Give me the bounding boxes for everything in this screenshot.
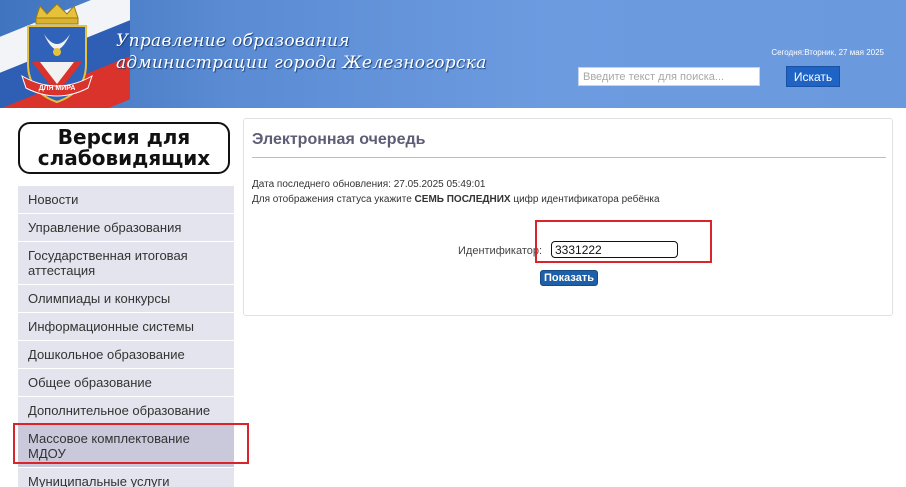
sidebar-item-municipal-services[interactable]: Муниципальные услуги [18, 468, 234, 487]
title-divider [252, 157, 886, 158]
page-title: Электронная очередь [252, 131, 426, 148]
electronic-queue-panel: Электронная очередь Дата последнего обно… [243, 118, 893, 316]
low-vision-line1: Версия для [57, 125, 191, 149]
site-title[interactable]: Управление образования администрации гор… [116, 30, 487, 74]
sidebar-item-preschool-education[interactable]: Дошкольное образование [18, 341, 234, 369]
site-title-line2: администрации города Железногорска [116, 53, 487, 73]
instruction-text-end: цифр идентификатора ребёнка [513, 194, 660, 205]
last-update-text: Дата последнего обновления: 27.05.2025 0… [252, 179, 486, 190]
instruction-text-bold: СЕМЬ ПОСЛЕДНИХ [414, 194, 511, 205]
site-header: ДЛЯ МИРА Управление образования админист… [0, 0, 906, 108]
search-button[interactable]: Искать [786, 66, 840, 87]
highlight-annotation-menu [13, 423, 249, 464]
identifier-label: Идентификатор: [458, 245, 543, 257]
current-date: Сегодня:Вторник, 27 мая 2025 [771, 48, 884, 57]
sidebar-item-olympiads[interactable]: Олимпиады и конкурсы [18, 285, 234, 313]
site-title-line1: Управление образования [116, 31, 350, 51]
low-vision-line2: слабовидящих [37, 146, 211, 170]
sidebar-item-general-education[interactable]: Общее образование [18, 369, 234, 397]
sidebar-item-information-systems[interactable]: Информационные системы [18, 313, 234, 341]
show-button[interactable]: Показать [540, 270, 598, 286]
low-vision-version-button[interactable]: Версия для слабовидящих [18, 122, 230, 174]
city-crest-logo[interactable]: ДЛЯ МИРА [14, 4, 100, 104]
instruction-text: Для отображения статуса укажите СЕМЬ ПОС… [252, 194, 660, 205]
sidebar-item-state-final-attestation[interactable]: Государственная итоговая аттестация [18, 242, 234, 285]
sidebar-item-additional-education[interactable]: Дополнительное образование [18, 397, 234, 425]
sidebar-item-news[interactable]: Новости [18, 186, 234, 214]
highlight-annotation-identifier [535, 220, 712, 263]
sidebar-item-education-department[interactable]: Управление образования [18, 214, 234, 242]
crest-motto: ДЛЯ МИРА [39, 85, 76, 92]
search-input[interactable] [578, 67, 760, 86]
instruction-text-start: Для отображения статуса укажите [252, 194, 412, 205]
